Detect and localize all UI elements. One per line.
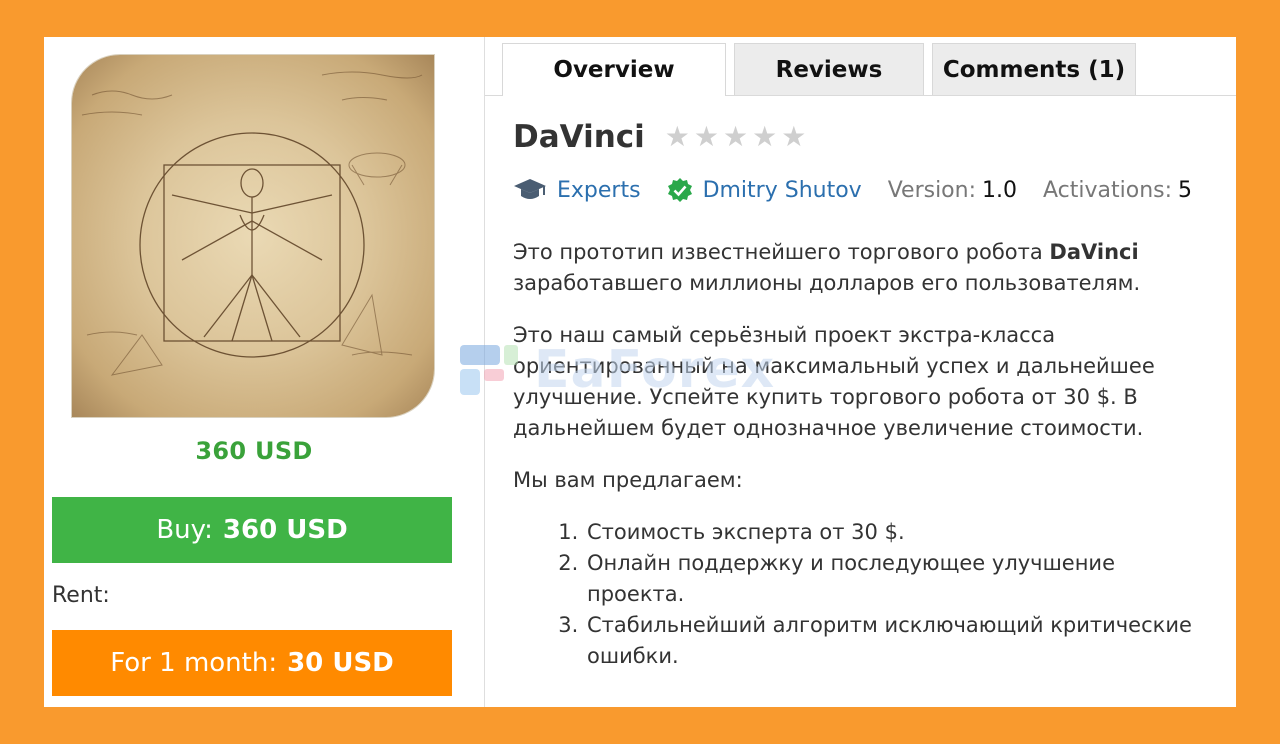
list-item: Стабильнейший алгоритм исключающий крити… [585,610,1213,672]
tab-bar: Overview Reviews Comments (1) [485,37,1236,96]
rating-stars[interactable]: ★ ★ ★ ★ ★ [665,123,807,151]
tab-overview[interactable]: Overview [502,43,726,96]
product-sidebar: 360 USD Buy: 360 USD Rent: For 1 month: … [44,37,485,707]
verified-check-icon [667,177,693,203]
category-link[interactable]: Experts [513,177,641,203]
tab-reviews[interactable]: Reviews [734,43,924,95]
description-paragraph-1: Это прототип известнейшего торгового роб… [513,240,1141,295]
tab-comments[interactable]: Comments (1) [932,43,1136,95]
description-paragraph-2: Это наш самый серьёзный проект экстра-кл… [513,323,1155,440]
vitruvian-man-illustration [81,71,423,376]
list-item: Стоимость эксперта от 30 $. [585,517,1213,548]
version-label: Version: [887,177,976,203]
category-label: Experts [557,177,641,203]
product-image [72,55,434,417]
rent-label: Rent: [52,583,110,608]
description-paragraph-3: Мы вам предлагаем: [513,468,743,492]
rent-button-price: 30 USD [287,648,394,678]
offer-list: Стоимость эксперта от 30 $. Онлайн подде… [513,517,1213,672]
version-info: Version: 1.0 [888,178,1017,203]
buy-button[interactable]: Buy: 360 USD [52,497,452,563]
activations-value: 5 [1178,177,1193,203]
buy-button-prefix: Buy: [156,515,213,545]
graduation-cap-icon [513,177,547,203]
product-description: Это прототип известнейшего торгового роб… [513,237,1213,672]
product-price: 360 USD [195,437,313,465]
star-icon[interactable]: ★ [723,123,748,151]
activations-info: Activations: 5 [1043,178,1192,203]
product-panel: 360 USD Buy: 360 USD Rent: For 1 month: … [44,37,1236,707]
star-icon[interactable]: ★ [752,123,777,151]
title-row: DaVinci ★ ★ ★ ★ ★ [513,119,806,155]
star-icon[interactable]: ★ [781,123,806,151]
list-item: Онлайн поддержку и последующее улучшение… [585,548,1213,610]
rent-button[interactable]: For 1 month: 30 USD [52,630,452,696]
buy-button-price: 360 USD [222,515,348,545]
product-title: DaVinci [513,119,645,155]
author-label: Dmitry Shutov [702,177,862,203]
author-link[interactable]: Dmitry Shutov [667,177,862,203]
rent-button-prefix: For 1 month: [110,648,278,678]
version-value: 1.0 [982,177,1017,203]
product-name-bold: DaVinci [1049,240,1139,264]
meta-row: Experts Dmitry Shutov Version: 1.0 Activ… [513,177,1192,203]
activations-label: Activations: [1043,177,1173,203]
star-icon[interactable]: ★ [665,123,690,151]
star-icon[interactable]: ★ [694,123,719,151]
product-details: Overview Reviews Comments (1) DaVinci ★ … [485,37,1236,707]
